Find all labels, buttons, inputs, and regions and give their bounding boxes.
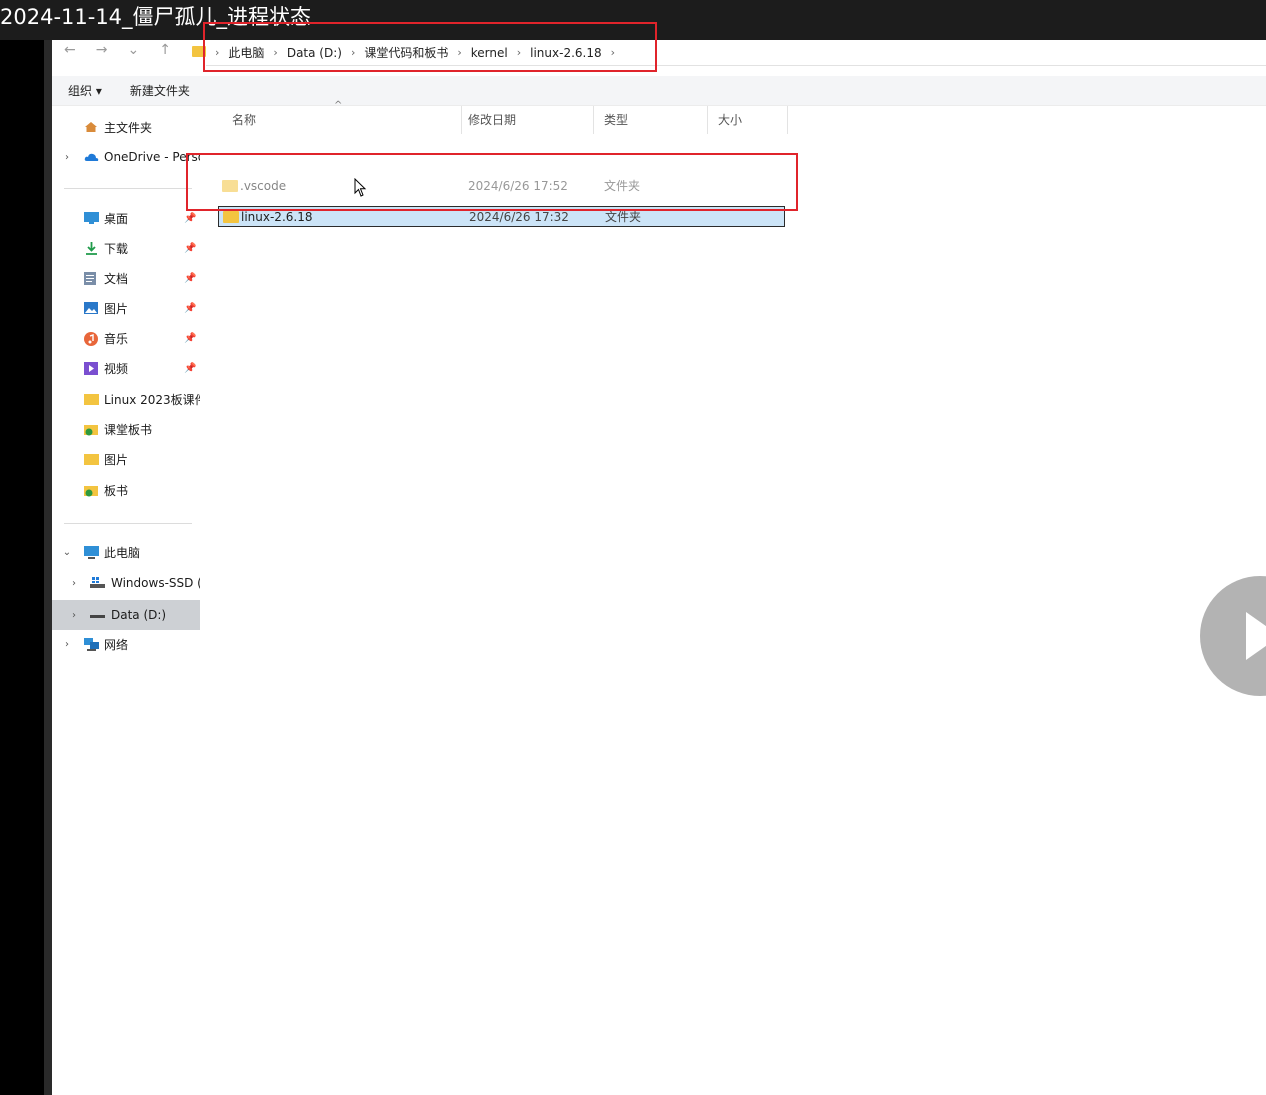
- nav-item-data-drive[interactable]: › Data (D:): [52, 600, 200, 630]
- nav-item-desktop[interactable]: 桌面 📌: [52, 205, 200, 231]
- pin-icon[interactable]: 📌: [184, 273, 196, 284]
- annotation-box-row: [186, 153, 798, 211]
- home-icon: [84, 121, 98, 133]
- download-icon: [84, 241, 99, 255]
- nav-item-pictures[interactable]: 图片 📌: [52, 295, 200, 321]
- folder-icon: [84, 453, 99, 465]
- file-name: linux-2.6.18: [241, 209, 313, 224]
- column-headers: ^ 名称 修改日期 类型 大小: [212, 100, 792, 134]
- nav-item-board[interactable]: 板书: [52, 477, 200, 503]
- computer-icon: [84, 545, 99, 559]
- annotation-box-address: [203, 22, 657, 72]
- forward-arrow-icon[interactable]: →: [96, 42, 108, 64]
- video-letterbox: [0, 40, 44, 1095]
- nav-item-downloads[interactable]: 下载 📌: [52, 235, 200, 261]
- nav-item-linux-courseware[interactable]: Linux 2023板课件: [52, 386, 200, 412]
- back-arrow-icon[interactable]: ←: [64, 42, 76, 64]
- drive-icon: [90, 576, 105, 590]
- pin-icon[interactable]: 📌: [184, 333, 196, 344]
- column-header-name[interactable]: 名称: [222, 106, 462, 134]
- chevron-down-icon[interactable]: ⌄: [61, 547, 73, 558]
- folder-icon: [223, 210, 239, 223]
- nav-item-windows-ssd[interactable]: › Windows-SSD (C: [52, 570, 200, 596]
- nav-item-home[interactable]: 主文件夹: [52, 114, 200, 140]
- nav-divider: [64, 523, 192, 524]
- recent-chevron-icon[interactable]: ⌄: [127, 42, 139, 64]
- pictures-icon: [84, 301, 99, 315]
- chevron-right-icon[interactable]: ›: [68, 578, 80, 589]
- nav-divider: [64, 188, 192, 189]
- document-icon: [84, 271, 99, 285]
- pin-icon[interactable]: 📌: [184, 213, 196, 224]
- chevron-right-icon[interactable]: ›: [61, 639, 73, 650]
- chevron-right-icon[interactable]: ›: [68, 610, 80, 621]
- music-icon: [84, 331, 99, 346]
- nav-item-onedrive[interactable]: › OneDrive - Perso: [52, 144, 200, 170]
- chevron-right-icon[interactable]: ›: [61, 152, 73, 163]
- cloud-icon: [84, 151, 99, 164]
- organize-button[interactable]: 组织 ▾: [52, 82, 114, 99]
- pin-icon[interactable]: 📌: [184, 363, 196, 374]
- nav-item-class-board[interactable]: 课堂板书: [52, 416, 200, 442]
- pin-icon[interactable]: 📌: [184, 243, 196, 254]
- shared-folder-icon: [84, 484, 99, 497]
- nav-item-videos[interactable]: 视频 📌: [52, 355, 200, 381]
- nav-buttons: ← → ⌄ ↑: [64, 42, 171, 64]
- nav-item-documents[interactable]: 文档 📌: [52, 265, 200, 291]
- network-icon: [84, 637, 99, 651]
- column-header-size[interactable]: 大小: [708, 106, 788, 134]
- video-icon: [84, 361, 99, 375]
- window-border: [44, 40, 52, 1095]
- nav-item-this-pc[interactable]: ⌄ 此电脑: [52, 539, 200, 565]
- nav-item-pictures-folder[interactable]: 图片: [52, 446, 200, 472]
- nav-item-network[interactable]: › 网络: [52, 631, 200, 657]
- play-icon: [1246, 612, 1266, 660]
- file-date: 2024/6/26 17:32: [469, 209, 569, 224]
- drive-icon: [90, 609, 105, 622]
- nav-item-music[interactable]: 音乐 📌: [52, 325, 200, 351]
- up-arrow-icon[interactable]: ↑: [159, 42, 171, 64]
- pin-icon[interactable]: 📌: [184, 303, 196, 314]
- shared-folder-icon: [84, 423, 99, 436]
- column-header-type[interactable]: 类型: [594, 106, 708, 134]
- column-header-date[interactable]: 修改日期: [458, 106, 594, 134]
- folder-icon: [84, 393, 99, 405]
- command-bar: 组织 ▾ 新建文件夹: [52, 76, 1266, 106]
- new-folder-button[interactable]: 新建文件夹: [114, 82, 202, 99]
- desktop-icon: [84, 211, 99, 225]
- navigation-pane: 主文件夹 › OneDrive - Perso 桌面 📌 下载 📌 文档 📌 图…: [52, 110, 200, 670]
